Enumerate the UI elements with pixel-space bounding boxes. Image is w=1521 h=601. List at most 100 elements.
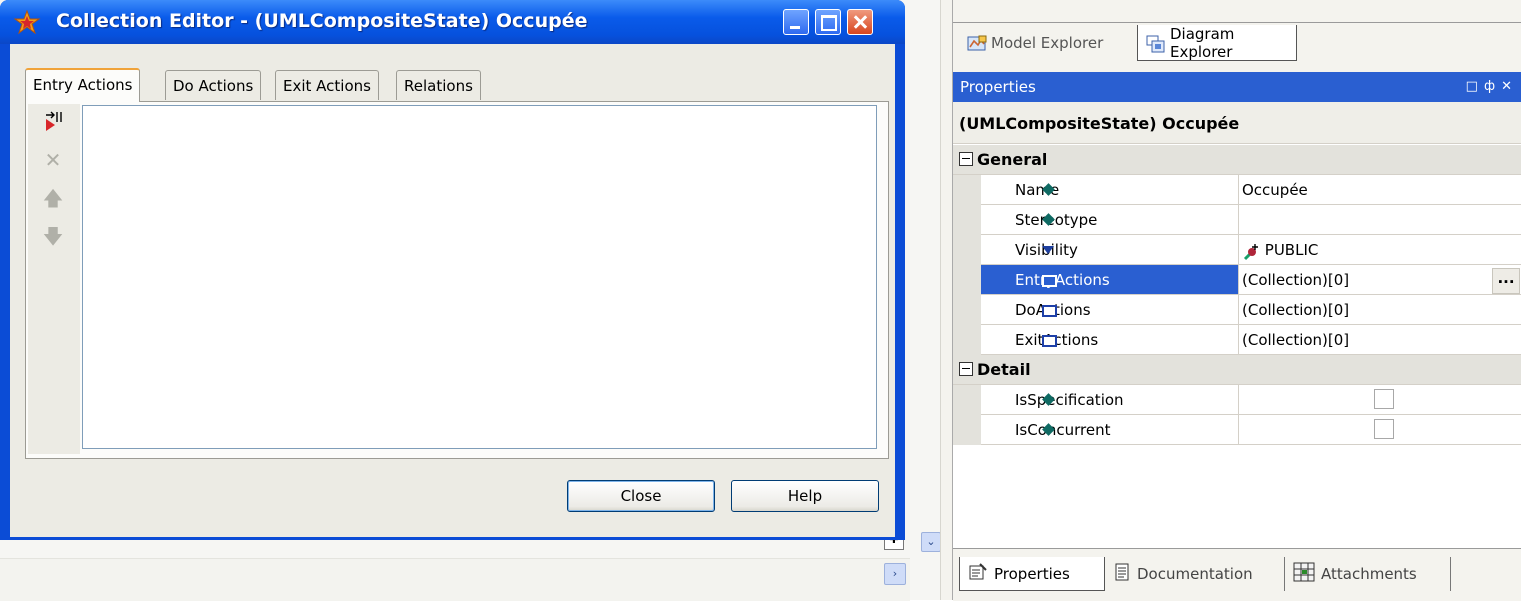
explorer-tabbar-border <box>953 0 1521 23</box>
row-gutter <box>953 235 981 265</box>
tab-diagram-explorer[interactable]: Diagram Explorer <box>1137 25 1297 61</box>
public-visibility-icon <box>1242 241 1260 260</box>
property-row-stereotype[interactable]: Stereotype <box>953 205 1521 235</box>
properties-panel-title: Properties <box>960 78 1036 96</box>
property-value-cell[interactable]: (Collection)[0] <box>1239 325 1521 355</box>
move-up-icon[interactable]: 🡅 <box>42 186 64 210</box>
property-name-cell: Visibility <box>981 235 1239 265</box>
property-name: IsSpecification <box>1015 391 1124 409</box>
property-name-cell: Name <box>981 175 1239 205</box>
explorer-tabbar: Model Explorer Diagram Explorer <box>953 0 1521 72</box>
property-row-exitactions[interactable]: ExitActions (Collection)[0] <box>953 325 1521 355</box>
property-value-cell[interactable] <box>1239 415 1521 445</box>
dialog-title: Collection Editor - (UMLCompositeState) … <box>56 10 588 32</box>
property-name: Stereotype <box>1015 211 1098 229</box>
tab-properties[interactable]: Properties <box>959 557 1105 591</box>
dialog-client: Do Actions Exit Actions Relations ✕ 🡅 🡇 … <box>10 44 895 537</box>
property-value-cell[interactable]: PUBLIC <box>1239 235 1521 265</box>
restore-icon[interactable]: □ <box>1466 79 1484 94</box>
property-row-name[interactable]: Name Occupée <box>953 175 1521 205</box>
tab-model-explorer-label: Model Explorer <box>991 34 1104 52</box>
property-value: Occupée <box>1242 181 1308 199</box>
horizontal-scroll-area <box>0 558 910 601</box>
category-detail-label: Detail <box>977 360 1031 379</box>
add-action-icon[interactable] <box>42 110 64 134</box>
property-name-cell: EntryActions <box>981 265 1239 295</box>
tab-entry-actions[interactable]: Entry Actions <box>25 68 141 102</box>
property-value: (Collection)[0] <box>1242 271 1350 289</box>
action-toolbar: ✕ 🡅 🡇 <box>28 104 80 454</box>
selected-object-title: (UMLCompositeState) Occupée <box>953 102 1521 144</box>
category-general[interactable]: General <box>953 145 1521 175</box>
property-name-cell: IsSpecification <box>981 385 1239 415</box>
tab-relations[interactable]: Relations <box>396 70 481 100</box>
close-icon[interactable] <box>847 9 873 35</box>
tab-model-explorer[interactable]: Model Explorer <box>959 25 1137 61</box>
tab-diagram-explorer-label: Diagram Explorer <box>1170 24 1235 61</box>
ellipsis-button[interactable]: ... <box>1492 268 1520 294</box>
row-gutter <box>953 415 981 445</box>
tab-attachments[interactable]: Attachments <box>1285 557 1451 591</box>
diagram-explorer-icon <box>1146 35 1165 52</box>
tab-documentation[interactable]: Documentation <box>1105 557 1285 591</box>
delete-icon[interactable]: ✕ <box>42 148 64 172</box>
property-name-cell: Stereotype <box>981 205 1239 235</box>
property-row-doactions[interactable]: DoActions (Collection)[0] <box>953 295 1521 325</box>
property-row-visibility[interactable]: Visibility PUBLIC <box>953 235 1521 265</box>
dialog-titlebar[interactable]: Collection Editor - (UMLCompositeState) … <box>0 0 905 44</box>
tab-panel: ✕ 🡅 🡇 <box>25 101 889 459</box>
close-panel-icon[interactable]: ✕ <box>1501 79 1518 94</box>
row-gutter <box>953 265 981 295</box>
collapse-detail-icon[interactable] <box>959 362 973 376</box>
property-value-cell[interactable] <box>1239 385 1521 415</box>
document-icon <box>1113 563 1131 585</box>
row-gutter <box>953 385 981 415</box>
property-name-cell: DoActions <box>981 295 1239 325</box>
property-value: (Collection)[0] <box>1242 331 1350 349</box>
isconcurrent-checkbox[interactable] <box>1374 419 1394 439</box>
row-gutter <box>953 205 981 235</box>
move-down-icon[interactable]: 🡇 <box>42 224 64 248</box>
isspecification-checkbox[interactable] <box>1374 389 1394 409</box>
properties-icon <box>968 562 988 585</box>
star-app-icon <box>13 9 42 35</box>
scroll-down-icon[interactable]: ⌄ <box>921 532 941 552</box>
collection-icon <box>1042 275 1057 287</box>
tab-attachments-label: Attachments <box>1321 565 1417 583</box>
scroll-right-icon[interactable]: › <box>884 563 906 585</box>
attachments-icon <box>1293 562 1315 586</box>
tab-exit-actions[interactable]: Exit Actions <box>275 70 379 100</box>
bottom-tabbar: Properties Documentation Attachments <box>953 548 1521 601</box>
row-gutter <box>953 325 981 355</box>
row-gutter <box>953 175 981 205</box>
property-row-isspecification[interactable]: IsSpecification <box>953 385 1521 415</box>
property-value-cell[interactable] <box>1239 205 1521 235</box>
property-value: PUBLIC <box>1264 241 1319 259</box>
collection-editor-dialog: Collection Editor - (UMLCompositeState) … <box>0 0 905 540</box>
category-general-label: General <box>977 150 1048 169</box>
maximize-icon[interactable] <box>815 9 841 35</box>
category-detail[interactable]: Detail <box>953 355 1521 385</box>
tab-properties-label: Properties <box>994 564 1070 583</box>
minimize-icon[interactable] <box>783 9 809 35</box>
row-gutter <box>953 295 981 325</box>
property-row-entryactions[interactable]: EntryActions (Collection)[0] ... <box>953 265 1521 295</box>
help-button[interactable]: Help <box>731 480 879 512</box>
property-name-cell: IsConcurrent <box>981 415 1239 445</box>
triangle-icon <box>1042 246 1054 254</box>
collection-icon <box>1042 335 1057 347</box>
pin-icon[interactable]: ф <box>1484 79 1501 94</box>
property-value-cell[interactable]: (Collection)[0] ... <box>1239 265 1521 295</box>
entry-actions-list[interactable] <box>82 105 877 449</box>
property-value-cell[interactable]: (Collection)[0] <box>1239 295 1521 325</box>
properties-titlebar: Properties □ф✕ <box>953 72 1521 102</box>
property-row-isconcurrent[interactable]: IsConcurrent <box>953 415 1521 445</box>
property-name: IsConcurrent <box>1015 421 1111 439</box>
tab-do-actions[interactable]: Do Actions <box>165 70 262 100</box>
property-value: (Collection)[0] <box>1242 301 1350 319</box>
close-button[interactable]: Close <box>567 480 715 512</box>
property-value-cell[interactable]: Occupée <box>1239 175 1521 205</box>
tab-documentation-label: Documentation <box>1137 565 1253 583</box>
property-name: EntryActions <box>1015 271 1110 289</box>
collapse-general-icon[interactable] <box>959 152 973 166</box>
